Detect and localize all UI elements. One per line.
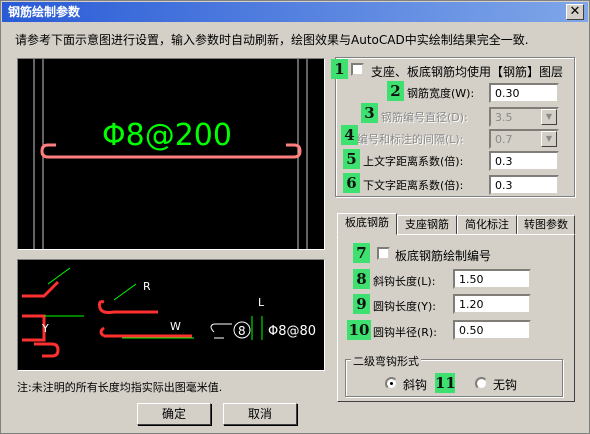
hook-slant-radio[interactable] [385,377,398,390]
badge-10: 10 [347,320,371,340]
label-y: Y [41,322,49,335]
number-diameter-select[interactable]: 3.5 ▼ [489,107,559,127]
ok-button[interactable]: 确定 [137,403,211,425]
tab-convert[interactable]: 转图参数 [517,215,575,235]
intro-text: 请参考下面示意图进行设置，输入参数时自动刷新，绘图效果与AutoCAD中实绘制结… [15,33,529,47]
number-gap-label: 编号和标注的间隔(L): [357,133,464,146]
spacing-text: Φ8@80 [268,324,316,339]
draw-number-label: 板底钢筋绘制编号 [395,249,492,263]
round-hook-length-label: 圆钩长度(Y): [373,300,437,313]
badge-4: 4 [341,125,358,145]
bar-spec-text: Φ8@200 [102,118,232,153]
tab-support[interactable]: 支座钢筋 [397,215,457,235]
cancel-button[interactable]: 取消 [223,403,297,425]
hook-slant-label: 斜钩 [403,378,428,392]
title-bar: 钢筋绘制参数 ✕ [2,2,588,22]
round-hook-length-input[interactable]: 1.20 [453,294,531,314]
badge-3: 3 [361,103,378,123]
round-hook-radius-input[interactable]: 0.50 [453,320,531,340]
badge-5: 5 [343,149,360,169]
parameters-dialog: 钢筋绘制参数 ✕ 请参考下面示意图进行设置，输入参数时自动刷新，绘图效果与Aut… [0,0,590,434]
use-layer-checkbox[interactable] [351,63,364,76]
badge-2: 2 [387,81,404,101]
hook-none-label: 无钩 [493,378,518,392]
hook-length-label: 斜钩长度(L): [373,275,436,288]
number-gap-select[interactable]: 0.7 ▼ [489,129,559,149]
second-hook-group-title: 二级弯钩形式 [351,353,421,369]
badge-9: 9 [353,294,370,314]
bar-width-input[interactable]: 0.30 [489,83,559,103]
badge-8: 8 [353,269,370,289]
upper-text-label: 上文字距离系数(倍): [363,155,464,168]
label-l: L [258,296,265,309]
number-gap-value: 0.7 [495,133,513,146]
number-diameter-value: 3.5 [495,111,513,124]
close-button[interactable]: ✕ [566,4,584,20]
label-w: W [170,320,181,333]
lower-text-label: 下文字距离系数(倍): [363,179,464,192]
preview-hooks-svg: Y R W 8 L Φ8@80 [22,267,316,358]
draw-number-checkbox[interactable] [377,247,390,260]
chevron-down-icon: ▼ [541,109,557,125]
badge-6: 6 [343,173,360,193]
bar-width-label: 钢筋宽度(W): [407,87,475,100]
tab-simplified[interactable]: 简化标注 [457,215,517,235]
number-diameter-label: 钢筋编号直径(D): [381,111,468,124]
footnote: 注:未注明的所有长度均指实际出图毫米值. [17,381,223,394]
hook-length-input[interactable]: 1.50 [453,269,531,289]
label-r: R [143,280,151,293]
upper-text-input[interactable]: 0.3 [489,151,559,171]
circle-number: 8 [238,324,246,338]
close-icon: ✕ [569,4,581,19]
dialog-title: 钢筋绘制参数 [8,5,81,19]
use-layer-label: 支座、板底钢筋均使用【钢筋】图层 [371,65,564,79]
round-hook-radius-label: 圆钩半径(R): [373,326,437,339]
hook-none-radio[interactable] [475,377,488,390]
badge-7: 7 [353,243,370,263]
tab-slab-bottom[interactable]: 板底钢筋 [337,213,397,235]
badge-1: 1 [331,59,348,79]
badge-11: 11 [435,373,456,393]
preview-slab-bar: Φ8@200 [17,58,325,250]
preview-slab-bar-svg: Φ8@200 [33,59,308,249]
chevron-down-icon: ▼ [541,131,557,147]
lower-text-input[interactable]: 0.3 [489,175,559,195]
preview-hooks: Y R W 8 L Φ8@80 [17,259,325,371]
